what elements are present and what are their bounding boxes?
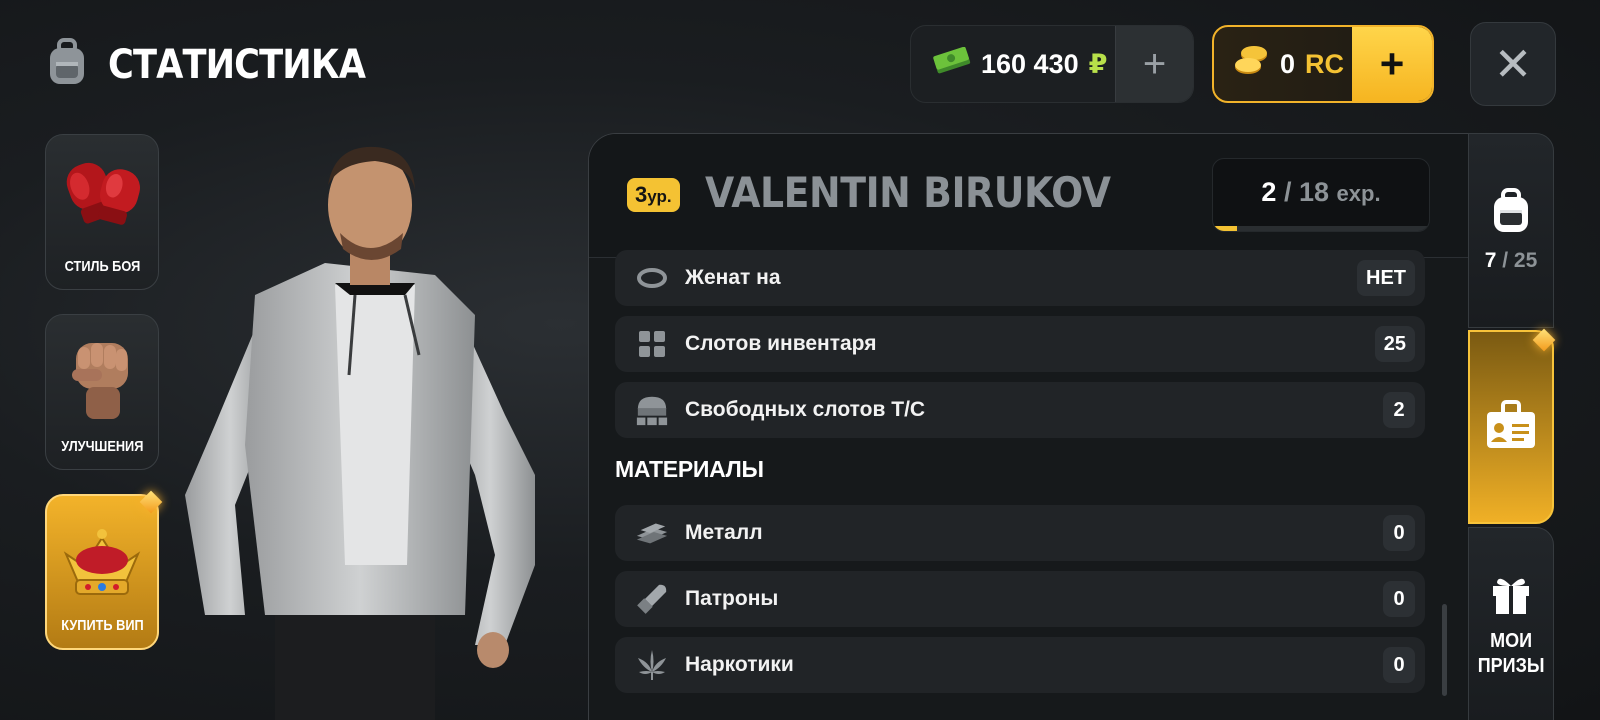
leaf-icon <box>635 648 669 682</box>
bullet-icon <box>635 582 669 616</box>
exp-current: 2 <box>1261 177 1277 207</box>
stats-list: Женат на НЕТ Слотов инвентаря 25 Свободн… <box>615 250 1425 703</box>
page-header: СТАТИСТИКА <box>44 38 400 91</box>
money-balance: 160 430 ₽ + <box>910 25 1194 103</box>
new-badge-icon <box>139 490 163 514</box>
tab-statistics[interactable] <box>1468 328 1556 524</box>
fight-style-label: СТИЛЬ БОЯ <box>64 258 140 275</box>
boxing-gloves-icon <box>60 153 144 236</box>
material-row-ammo: Патроны 0 <box>615 571 1425 627</box>
stats-panel: 3 ур. VALENTIN BIRUKOV 2 / 18 exp. Женат … <box>588 133 1468 720</box>
gift-icon <box>1489 572 1533 621</box>
material-value: 0 <box>1383 515 1415 551</box>
level-badge: 3 ур. <box>627 178 680 212</box>
inventory-total: 25 <box>1513 249 1538 272</box>
my-prizes-line2: ПРИЗЫ <box>1477 654 1545 677</box>
exp-progress-fill <box>1213 226 1237 231</box>
buy-vip-label: КУПИТЬ ВИП <box>60 617 144 634</box>
rc-balance: 0 RC + <box>1212 25 1434 103</box>
upgrades-label: УЛУЧШЕНИЯ <box>60 438 144 455</box>
stat-row-married: Женат на НЕТ <box>615 250 1425 306</box>
scrollbar[interactable] <box>1442 604 1447 696</box>
ring-icon <box>635 261 669 295</box>
stat-label: Слотов инвентаря <box>685 332 877 355</box>
material-row-metal: Металл 0 <box>615 505 1425 561</box>
ruble-symbol: ₽ <box>1088 48 1108 79</box>
exp-total: 18 <box>1298 177 1330 207</box>
experience-box: 2 / 18 exp. <box>1212 158 1430 232</box>
material-value: 0 <box>1383 581 1415 617</box>
cash-icon <box>933 46 971 82</box>
inventory-current: 7 <box>1484 249 1497 272</box>
material-label: Металл <box>685 521 763 544</box>
exp-unit: exp. <box>1336 181 1381 206</box>
stat-value: 2 <box>1383 392 1415 428</box>
crown-icon <box>54 514 150 615</box>
level-number: 3 <box>635 182 648 207</box>
inventory-counter: 7 / 25 <box>1485 249 1538 273</box>
metal-icon <box>635 516 669 550</box>
close-button[interactable]: ✕ <box>1470 22 1556 106</box>
page-title: СТАТИСТИКА <box>108 41 366 88</box>
new-badge-icon <box>1532 328 1556 352</box>
my-prizes-label: МОИ ПРИЗЫ <box>1478 629 1545 679</box>
id-card-icon <box>1485 399 1537 455</box>
add-money-button[interactable]: + <box>1115 26 1193 102</box>
fight-style-button[interactable]: СТИЛЬ БОЯ <box>45 134 159 290</box>
experience-text: 2 / 18 exp. <box>1213 177 1429 208</box>
materials-heading: МАТЕРИАЛЫ <box>615 456 764 482</box>
buy-vip-button[interactable]: КУПИТЬ ВИП <box>45 490 163 650</box>
rc-amount: 0 <box>1280 48 1296 79</box>
stat-row-vehicle-slots: Свободных слотов Т/С 2 <box>615 382 1425 438</box>
backpack-icon <box>44 38 90 91</box>
level-unit: ур. <box>647 187 672 206</box>
backpack-icon <box>1489 188 1533 239</box>
exp-progress-bar <box>1213 226 1429 231</box>
stat-value: 25 <box>1374 326 1415 362</box>
material-label: Наркотики <box>685 653 794 676</box>
coins-icon <box>1234 45 1270 84</box>
stat-value: НЕТ <box>1357 260 1415 296</box>
exp-separator: / <box>1283 177 1292 207</box>
my-prizes-line1: МОИ <box>1490 629 1532 652</box>
material-value: 0 <box>1383 647 1415 683</box>
stat-label: Женат на <box>685 266 781 289</box>
material-label: Патроны <box>685 587 779 610</box>
fist-icon <box>66 333 138 426</box>
upgrades-button[interactable]: УЛУЧШЕНИЯ <box>45 314 159 470</box>
grid-icon <box>635 327 669 361</box>
material-row-drugs: Наркотики 0 <box>615 637 1425 693</box>
player-name: VALENTIN BIRUKOV <box>705 168 1111 217</box>
player-header: 3 ур. VALENTIN BIRUKOV 2 / 18 exp. <box>589 134 1468 258</box>
inventory-separator: / <box>1502 249 1509 272</box>
money-amount: 160 430 <box>981 48 1079 79</box>
stat-label: Свободных слотов Т/С <box>685 398 926 421</box>
garage-icon <box>635 393 669 427</box>
close-icon: ✕ <box>1493 38 1533 90</box>
character-model <box>175 145 565 720</box>
tab-my-prizes[interactable]: МОИ ПРИЗЫ <box>1468 527 1554 720</box>
tab-inventory[interactable]: 7 / 25 <box>1468 133 1554 328</box>
add-rc-button[interactable]: + <box>1352 27 1432 101</box>
stat-row-inventory-slots: Слотов инвентаря 25 <box>615 316 1425 372</box>
rc-unit: RC <box>1305 48 1345 79</box>
